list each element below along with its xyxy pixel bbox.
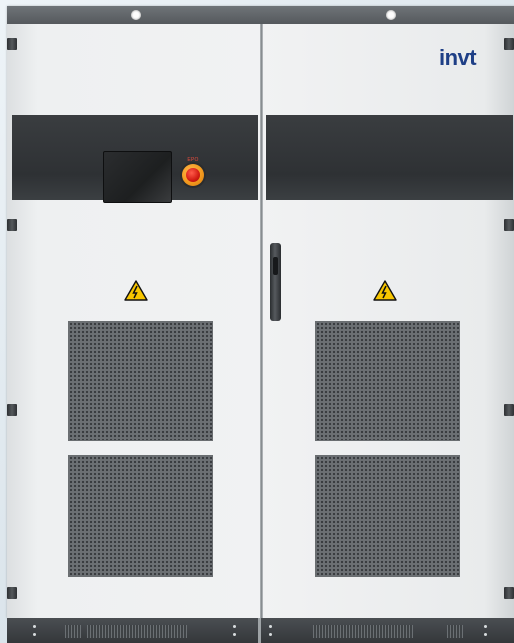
brand-logo: invt — [439, 45, 477, 71]
top-rail — [7, 6, 514, 24]
cabinet-base — [7, 618, 514, 643]
right-control-band — [266, 115, 513, 200]
door-split-line — [260, 24, 263, 618]
epo-label: EPO — [187, 157, 199, 163]
hinge-icon — [504, 38, 514, 50]
vent-grille-lower-left — [68, 455, 213, 577]
high-voltage-warning-icon — [373, 280, 397, 301]
base-bolt — [269, 633, 272, 636]
high-voltage-warning-icon — [124, 280, 148, 301]
cabinet-body: EPO invt — [7, 6, 514, 618]
hinge-icon — [7, 587, 17, 599]
vent-grille-lower-right — [315, 455, 460, 577]
handle-slot — [273, 257, 278, 275]
hinge-icon — [7, 404, 17, 416]
hinge-icon — [7, 219, 17, 231]
base-vent — [313, 625, 413, 638]
vent-grille-upper-left — [68, 321, 213, 441]
base-vent — [87, 625, 187, 638]
hinge-icon — [504, 219, 514, 231]
base-bolt — [484, 633, 487, 636]
hinge-icon — [504, 404, 514, 416]
base-bolt — [233, 633, 236, 636]
base-bolt — [269, 625, 272, 628]
base-vent — [65, 625, 81, 638]
emergency-stop-icon — [186, 168, 200, 182]
lifting-hole-left — [131, 10, 141, 20]
epo-button[interactable]: EPO — [182, 157, 204, 186]
lifting-hole-right — [386, 10, 396, 20]
base-bolt — [484, 625, 487, 628]
base-bolt — [233, 625, 236, 628]
base-bolt — [33, 625, 36, 628]
touch-screen-display[interactable] — [103, 151, 172, 203]
brand-logo-text: invt — [439, 45, 477, 70]
base-vent — [447, 625, 463, 638]
hinge-icon — [7, 38, 17, 50]
base-split — [258, 618, 261, 643]
door-handle[interactable] — [270, 243, 281, 321]
hinge-icon — [504, 587, 514, 599]
vent-grille-upper-right — [315, 321, 460, 441]
base-bolt — [33, 633, 36, 636]
